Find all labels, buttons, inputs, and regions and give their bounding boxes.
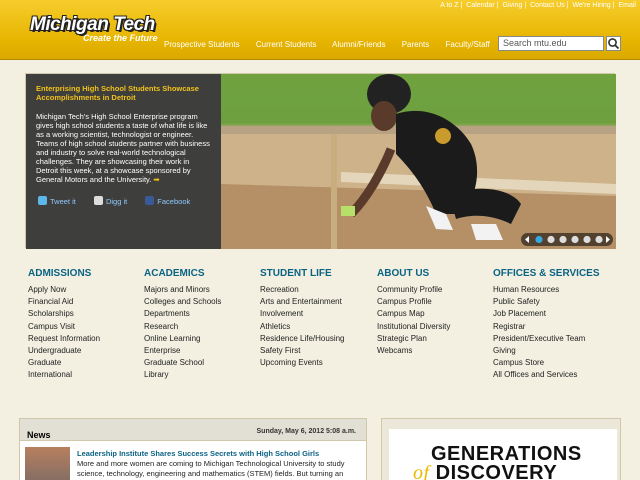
link-enterprise[interactable]: Enterprise xyxy=(144,345,259,357)
link-human-resources[interactable]: Human Resources xyxy=(493,284,633,296)
link-registrar[interactable]: Registrar xyxy=(493,321,633,333)
utility-link-email[interactable]: Email xyxy=(618,2,636,9)
link-request-information[interactable]: Request Information xyxy=(28,333,143,345)
link-graduate-school[interactable]: Graduate School xyxy=(144,357,259,369)
column-heading[interactable]: OFFICES & SERVICES xyxy=(493,268,633,279)
news-body: More and more women are coming to Michig… xyxy=(77,459,345,478)
link-job-placement[interactable]: Job Placement xyxy=(493,308,633,320)
link-arts-and-entertainment[interactable]: Arts and Entertainment xyxy=(260,296,375,308)
utility-link-contact-us[interactable]: Contact Us xyxy=(530,2,565,9)
link-campus-store[interactable]: Campus Store xyxy=(493,357,633,369)
search-icon xyxy=(608,38,620,50)
slide-dot-1[interactable] xyxy=(535,235,543,244)
michigan-tech-logo[interactable]: Michigan Tech Create the Future xyxy=(30,14,158,44)
slide-dot-2[interactable] xyxy=(547,235,555,244)
logo-wordmark: Michigan Tech xyxy=(30,14,155,35)
hero-slideshow: Enterprising High School Students Showca… xyxy=(25,73,616,249)
nav-prospective-students[interactable]: Prospective Students xyxy=(164,40,240,49)
link-library[interactable]: Library xyxy=(144,369,259,381)
column-student-life: STUDENT LIFE Recreation Arts and Enterta… xyxy=(260,268,375,369)
logo-tagline: Create the Future xyxy=(83,33,158,43)
link-recreation[interactable]: Recreation xyxy=(260,284,375,296)
promo-line-2: of DISCOVERY xyxy=(413,462,558,480)
utility-link-giving[interactable]: Giving xyxy=(503,2,523,9)
slide-controls xyxy=(521,233,613,246)
link-residence-life-housing[interactable]: Residence Life/Housing xyxy=(260,333,375,345)
nav-parents[interactable]: Parents xyxy=(402,40,430,49)
promo-panel: GENERATIONS of DISCOVERY xyxy=(381,418,621,480)
slide-dot-6[interactable] xyxy=(595,235,603,244)
link-majors-and-minors[interactable]: Majors and Minors xyxy=(144,284,259,296)
link-international[interactable]: International xyxy=(28,369,143,381)
link-colleges-and-schools[interactable]: Colleges and Schools xyxy=(144,296,259,308)
slide-dot-3[interactable] xyxy=(559,235,567,244)
next-slide-icon[interactable] xyxy=(606,236,610,243)
main-nav: Prospective Students Current Students Al… xyxy=(164,40,504,49)
news-headline[interactable]: Leadership Institute Shares Success Secr… xyxy=(77,449,319,458)
column-heading[interactable]: STUDENT LIFE xyxy=(260,268,375,279)
facebook-link[interactable]: Facebook xyxy=(145,196,198,206)
digg-icon xyxy=(93,196,103,205)
news-date: Sunday, May 6, 2012 5:08 a.m. xyxy=(256,428,356,435)
link-webcams[interactable]: Webcams xyxy=(377,345,492,357)
column-admissions: ADMISSIONS Apply Now Financial Aid Schol… xyxy=(28,268,143,382)
column-heading[interactable]: ACADEMICS xyxy=(144,268,259,279)
prev-slide-icon[interactable] xyxy=(525,236,529,243)
student-photo-illustration xyxy=(221,74,616,249)
news-thumbnail[interactable] xyxy=(25,447,70,480)
link-giving[interactable]: Giving xyxy=(493,345,633,357)
nav-current-students[interactable]: Current Students xyxy=(256,40,316,49)
site-header: Michigan Tech Create the Future A to Z | … xyxy=(0,0,640,60)
link-safety-first[interactable]: Safety First xyxy=(260,345,375,357)
column-offices-services: OFFICES & SERVICES Human Resources Publi… xyxy=(493,268,633,382)
column-heading[interactable]: ABOUT US xyxy=(377,268,492,279)
hero-title[interactable]: Enterprising High School Students Showca… xyxy=(36,84,211,102)
search-input[interactable]: Search mtu.edu xyxy=(498,36,604,51)
link-all-offices-and-services[interactable]: All Offices and Services xyxy=(493,369,633,381)
hero-photo[interactable] xyxy=(221,74,616,249)
link-financial-aid[interactable]: Financial Aid xyxy=(28,296,143,308)
column-academics: ACADEMICS Majors and Minors Colleges and… xyxy=(144,268,259,382)
link-graduate[interactable]: Graduate xyxy=(28,357,143,369)
link-campus-visit[interactable]: Campus Visit xyxy=(28,321,143,333)
hero-caption-panel: Enterprising High School Students Showca… xyxy=(26,74,221,249)
utility-nav: A to Z | Calendar | Giving | Contact Us | We… xyxy=(440,2,636,9)
column-about-us: ABOUT US Community Profile Campus Profil… xyxy=(377,268,492,357)
link-community-profile[interactable]: Community Profile xyxy=(377,284,492,296)
slide-dot-4[interactable] xyxy=(571,235,579,244)
link-strategic-plan[interactable]: Strategic Plan xyxy=(377,333,492,345)
link-upcoming-events[interactable]: Upcoming Events xyxy=(260,357,375,369)
utility-link-were-hiring[interactable]: We're Hiring xyxy=(573,2,611,9)
more-arrow-icon[interactable]: ➡ xyxy=(153,175,159,184)
nav-faculty-staff[interactable]: Faculty/Staff xyxy=(446,40,490,49)
search-button[interactable] xyxy=(606,36,621,51)
slide-dot-5[interactable] xyxy=(583,235,591,244)
link-campus-profile[interactable]: Campus Profile xyxy=(377,296,492,308)
column-heading[interactable]: ADMISSIONS xyxy=(28,268,143,279)
link-undergraduate[interactable]: Undergraduate xyxy=(28,345,143,357)
digg-link[interactable]: Digg it xyxy=(93,196,135,206)
link-campus-map[interactable]: Campus Map xyxy=(377,308,492,320)
tweet-link[interactable]: Tweet it xyxy=(38,196,84,206)
link-online-learning[interactable]: Online Learning xyxy=(144,333,259,345)
generations-of-discovery-banner[interactable]: GENERATIONS of DISCOVERY xyxy=(389,429,617,480)
twitter-icon xyxy=(38,196,47,205)
link-athletics[interactable]: Athletics xyxy=(260,321,375,333)
hero-body: Michigan Tech's High School Enterprise p… xyxy=(36,112,210,184)
utility-link-a-to-z[interactable]: A to Z xyxy=(440,2,458,9)
link-involvement[interactable]: Involvement xyxy=(260,308,375,320)
utility-link-calendar[interactable]: Calendar xyxy=(466,2,494,9)
link-research[interactable]: Research xyxy=(144,321,259,333)
facebook-icon xyxy=(145,196,155,205)
link-public-safety[interactable]: Public Safety xyxy=(493,296,633,308)
link-apply-now[interactable]: Apply Now xyxy=(28,284,143,296)
news-panel: News Sunday, May 6, 2012 5:08 a.m. Leade… xyxy=(19,418,367,480)
link-scholarships[interactable]: Scholarships xyxy=(28,308,143,320)
share-links: Tweet it Digg it Facebook xyxy=(38,196,206,206)
link-institutional-diversity[interactable]: Institutional Diversity xyxy=(377,321,492,333)
nav-alumni-friends[interactable]: Alumni/Friends xyxy=(332,40,385,49)
news-title[interactable]: News xyxy=(27,430,51,440)
link-departments[interactable]: Departments xyxy=(144,308,259,320)
link-president-executive-team[interactable]: President/Executive Team xyxy=(493,333,633,345)
